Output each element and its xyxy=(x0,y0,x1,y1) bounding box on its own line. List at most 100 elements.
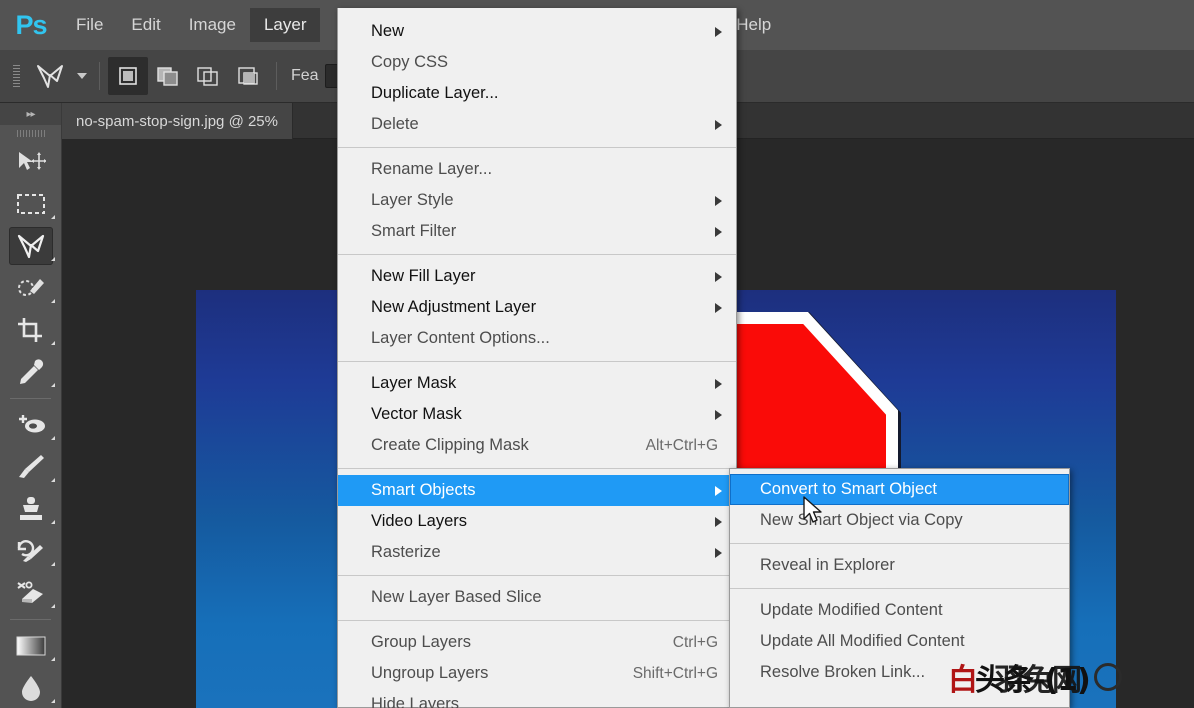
flyout-corner-icon xyxy=(51,436,55,440)
intersect-with-selection-button[interactable] xyxy=(228,57,268,95)
brush-tool[interactable] xyxy=(0,446,62,488)
submenu-item-convert-to-smart-object[interactable]: Convert to Smart Object xyxy=(730,474,1069,505)
divider-2 xyxy=(276,62,277,90)
submenu-arrow-icon xyxy=(715,120,722,130)
menu-item-ungroup-layers[interactable]: Ungroup Layers Shift+Ctrl+G xyxy=(338,658,736,689)
menu-item-copy-css[interactable]: Copy CSS xyxy=(338,47,736,78)
eraser-icon xyxy=(9,574,53,612)
menu-item-label: Duplicate Layer... xyxy=(371,84,499,103)
flyout-corner-icon xyxy=(51,257,55,261)
menu-item-label: Update All Modified Content xyxy=(760,632,965,651)
menu-item-layer-style[interactable]: Layer Style xyxy=(338,185,736,216)
healing-brush-icon xyxy=(9,406,53,444)
new-selection-button[interactable] xyxy=(108,57,148,95)
spot-healing-brush-tool[interactable] xyxy=(0,404,62,446)
flyout-corner-icon xyxy=(51,383,55,387)
subtract-from-selection-button[interactable] xyxy=(188,57,228,95)
menu-item-rasterize[interactable]: Rasterize xyxy=(338,537,736,568)
eraser-tool[interactable] xyxy=(0,572,62,614)
tool-preset-chevron-down-icon[interactable] xyxy=(73,56,91,96)
menu-separator xyxy=(338,468,736,469)
collapse-panel-double-chevron-icon[interactable]: ▸▸ xyxy=(0,103,61,125)
photoshop-logo-icon: Ps xyxy=(0,0,62,50)
document-tab[interactable]: no-spam-stop-sign.jpg @ 25% xyxy=(62,103,293,139)
menu-item-vector-mask[interactable]: Vector Mask xyxy=(338,399,736,430)
menu-item-new-adjustment-layer[interactable]: New Adjustment Layer xyxy=(338,292,736,323)
gradient-tool[interactable] xyxy=(0,625,62,667)
watermark-ring-icon xyxy=(1094,663,1122,691)
feather-label: Fea xyxy=(291,67,319,85)
menu-separator xyxy=(338,575,736,576)
history-brush-tool[interactable] xyxy=(0,530,62,572)
menu-item-layer-mask[interactable]: Layer Mask xyxy=(338,368,736,399)
menu-item-label: Rename Layer... xyxy=(371,160,492,179)
quick-selection-tool[interactable] xyxy=(0,267,62,309)
menu-item-label: Rasterize xyxy=(371,543,441,562)
lasso-tool-icon[interactable] xyxy=(27,56,73,96)
menu-item-smart-objects[interactable]: Smart Objects xyxy=(338,475,736,506)
submenu-arrow-icon xyxy=(715,548,722,558)
flyout-corner-icon xyxy=(51,341,55,345)
flyout-corner-icon xyxy=(51,299,55,303)
eyedropper-icon xyxy=(9,353,53,391)
menubar-item-edit[interactable]: Edit xyxy=(117,8,174,42)
flyout-corner-icon xyxy=(51,215,55,219)
menu-item-delete[interactable]: Delete xyxy=(338,109,736,140)
submenu-item-reveal-in-explorer[interactable]: Reveal in Explorer xyxy=(730,550,1069,581)
menu-item-new-layer-based-slice[interactable]: New Layer Based Slice xyxy=(338,582,736,613)
menu-item-label: Reveal in Explorer xyxy=(760,556,895,575)
eyedropper-tool[interactable] xyxy=(0,351,62,393)
tools-divider xyxy=(10,398,51,399)
layer-menu-dropdown[interactable]: New Copy CSS Duplicate Layer... Delete R… xyxy=(337,8,737,708)
menubar-item-layer[interactable]: Layer xyxy=(250,8,321,42)
menu-item-label: Hide Layers xyxy=(371,695,459,708)
menu-separator xyxy=(730,543,1069,544)
menubar-item-file[interactable]: File xyxy=(62,8,117,42)
tools-panel-grip[interactable] xyxy=(0,125,61,141)
submenu-arrow-icon xyxy=(715,517,722,527)
submenu-arrow-icon xyxy=(715,379,722,389)
submenu-item-update-all-modified-content[interactable]: Update All Modified Content xyxy=(730,626,1069,657)
quick-selection-icon xyxy=(9,269,53,307)
history-brush-icon xyxy=(9,532,53,570)
options-bar-grip[interactable] xyxy=(5,58,27,94)
menu-item-duplicate-layer[interactable]: Duplicate Layer... xyxy=(338,78,736,109)
menu-item-new-fill-layer[interactable]: New Fill Layer xyxy=(338,261,736,292)
menu-item-hide-layers[interactable]: Hide Layers xyxy=(338,689,736,708)
menu-separator xyxy=(338,254,736,255)
submenu-item-update-modified-content[interactable]: Update Modified Content xyxy=(730,595,1069,626)
menu-item-layer-content-options[interactable]: Layer Content Options... xyxy=(338,323,736,354)
lasso-tool[interactable] xyxy=(0,225,62,267)
brush-icon xyxy=(9,448,53,486)
menu-item-smart-filter[interactable]: Smart Filter xyxy=(338,216,736,247)
add-to-selection-button[interactable] xyxy=(148,57,188,95)
menubar-item-image[interactable]: Image xyxy=(175,8,250,42)
menu-item-shortcut: Ctrl+G xyxy=(673,634,724,652)
submenu-arrow-icon xyxy=(715,27,722,37)
menu-item-label: Layer Style xyxy=(371,191,454,210)
menu-item-rename-layer[interactable]: Rename Layer... xyxy=(338,154,736,185)
menu-item-group-layers[interactable]: Group Layers Ctrl+G xyxy=(338,627,736,658)
menu-item-label: Update Modified Content xyxy=(760,601,943,620)
submenu-arrow-icon xyxy=(715,272,722,282)
crop-icon xyxy=(9,311,53,349)
submenu-item-new-smart-object-via-copy[interactable]: New Smart Object via Copy xyxy=(730,505,1069,536)
menu-item-label: Smart Objects xyxy=(371,481,476,500)
clone-stamp-tool[interactable] xyxy=(0,488,62,530)
menu-separator xyxy=(730,588,1069,589)
blur-tool[interactable] xyxy=(0,667,62,708)
menu-item-video-layers[interactable]: Video Layers xyxy=(338,506,736,537)
tools-panel: ▸▸ xyxy=(0,103,62,708)
crop-tool[interactable] xyxy=(0,309,62,351)
blur-droplet-icon xyxy=(9,669,53,707)
rectangular-marquee-tool[interactable] xyxy=(0,183,62,225)
move-tool[interactable] xyxy=(0,141,62,183)
watermark: 白 头条-(1) 羽兔网 xyxy=(948,655,1122,699)
clone-stamp-icon xyxy=(9,490,53,528)
menu-item-new[interactable]: New xyxy=(338,16,736,47)
menu-item-label: New Smart Object via Copy xyxy=(760,511,963,530)
menu-item-create-clipping-mask[interactable]: Create Clipping Mask Alt+Ctrl+G xyxy=(338,430,736,461)
submenu-arrow-icon xyxy=(715,196,722,206)
gradient-icon xyxy=(9,627,53,665)
tools-divider-2 xyxy=(10,619,51,620)
